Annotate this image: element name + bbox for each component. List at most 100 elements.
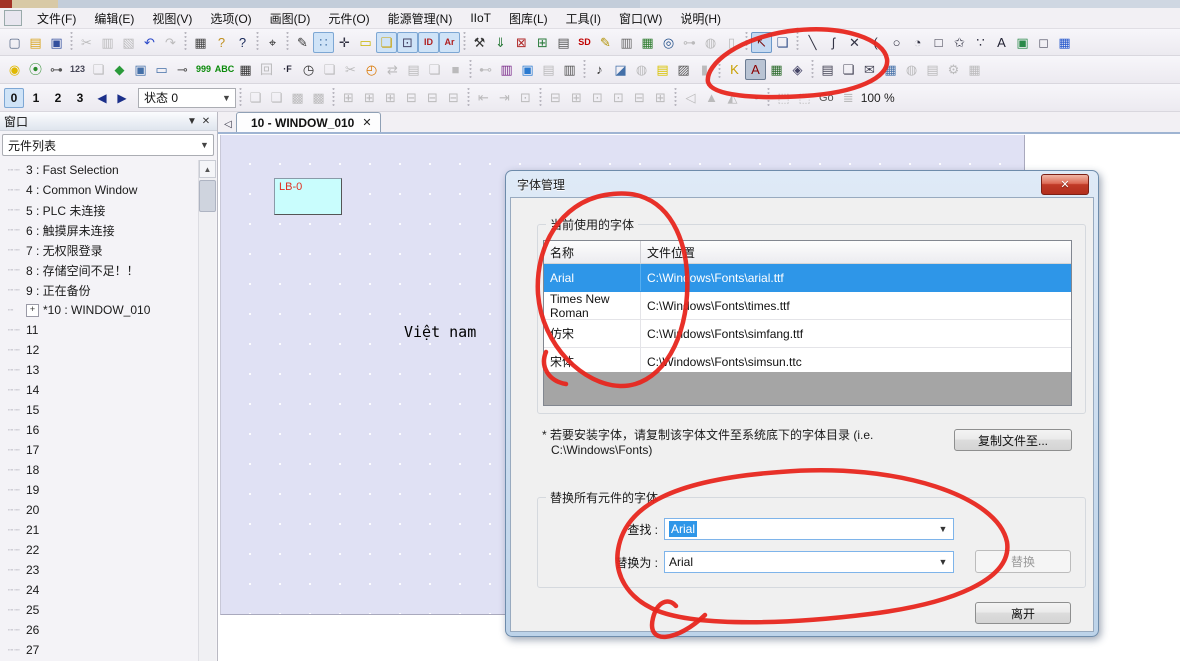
space-h-icon[interactable]: ⊟ — [629, 87, 650, 108]
find-font-combo[interactable]: Arial ▼ — [664, 518, 954, 540]
media-icon[interactable]: ▣ — [517, 59, 538, 80]
print-icon[interactable]: ▦ — [190, 32, 211, 53]
direct-window-icon[interactable]: 回 — [256, 59, 277, 80]
open-icon[interactable]: ▤ — [25, 32, 46, 53]
align-right-icon[interactable]: ⊞ — [380, 87, 401, 108]
toggle-switch-icon[interactable]: ▣ — [130, 59, 151, 80]
menu-item-1[interactable]: 编辑(E) — [85, 8, 143, 29]
align-left-icon[interactable]: ⊞ — [338, 87, 359, 108]
tree-item-15[interactable]: ┈┈15 — [8, 400, 199, 420]
state-button-3[interactable]: 3 — [70, 88, 90, 108]
tree-expand-icon[interactable]: + — [26, 304, 39, 317]
spray-icon[interactable]: ∵ — [970, 32, 991, 53]
menu-item-4[interactable]: 画图(D) — [261, 8, 320, 29]
arrange-backer-icon[interactable]: ▩ — [308, 87, 329, 108]
replace-font-combo[interactable]: Arial ▼ — [664, 551, 954, 573]
scrollbar-thumb[interactable] — [199, 180, 216, 212]
scheduler-icon[interactable]: ◴ — [361, 59, 382, 80]
pie-icon[interactable]: ◔ — [907, 32, 928, 53]
tree-item-11[interactable]: ┈┈11 — [8, 320, 199, 340]
arrange-front-icon[interactable]: ❏ — [245, 87, 266, 108]
pin-left-icon[interactable]: ⊡ — [587, 87, 608, 108]
tree-item-10[interactable]: ┈+*10 : WINDOW_010 — [8, 300, 199, 320]
scroll-up-icon[interactable]: ▲ — [199, 160, 216, 178]
combo-button-icon[interactable]: ▭ — [151, 59, 172, 80]
mail-icon[interactable]: ✉ — [859, 59, 880, 80]
item-list-icon[interactable]: ▤ — [538, 59, 559, 80]
menu-item-9[interactable]: 工具(I) — [557, 8, 610, 29]
picture-manage-icon[interactable]: ▦ — [766, 59, 787, 80]
copy-files-button[interactable]: 复制文件至... — [954, 429, 1072, 451]
flow-chart-icon[interactable]: ◪ — [610, 59, 631, 80]
drawer-icon[interactable]: ▥ — [559, 59, 580, 80]
align-middle-icon[interactable]: ⊟ — [422, 87, 443, 108]
tree-item-20[interactable]: ┈┈20 — [8, 500, 199, 520]
menu-item-3[interactable]: 选项(O) — [201, 8, 260, 29]
ungroup-icon[interactable]: ⬚ — [794, 87, 815, 108]
data-transfer-icon[interactable]: ⇄ — [382, 59, 403, 80]
copy-icon[interactable]: ▥ — [97, 32, 118, 53]
recipe-table-icon[interactable]: ▦ — [637, 32, 658, 53]
trim-icon[interactable]: ✂ — [340, 59, 361, 80]
function-key-icon[interactable]: ◆ — [109, 59, 130, 80]
csv-icon[interactable]: ▥ — [616, 32, 637, 53]
font-ar-icon[interactable]: Ar — [439, 32, 460, 53]
search-pc-icon[interactable]: ◎ — [658, 32, 679, 53]
replace-button[interactable]: 替换 — [975, 550, 1071, 573]
menu-item-2[interactable]: 视图(V) — [143, 8, 201, 29]
arrange-back-icon[interactable]: ❏ — [266, 87, 287, 108]
pen-style-icon[interactable]: ✎ — [292, 32, 313, 53]
menu-item-10[interactable]: 窗口(W) — [610, 8, 671, 29]
help-cursor-icon[interactable]: ? — [232, 32, 253, 53]
set-word-icon[interactable]: 123 — [67, 59, 88, 80]
column-location[interactable]: 文件位置 — [641, 241, 1071, 263]
arc-icon[interactable]: ( — [865, 32, 886, 53]
font-manage-icon[interactable]: A — [745, 59, 766, 80]
comment-icon[interactable]: ⊡ — [397, 32, 418, 53]
nudge-right-icon[interactable]: ⊞ — [566, 87, 587, 108]
tree-item-25[interactable]: ┈┈25 — [8, 600, 199, 620]
redo-icon[interactable]: ↷ — [160, 32, 181, 53]
polyline-icon[interactable]: ✕ — [844, 32, 865, 53]
state-button-2[interactable]: 2 — [48, 88, 68, 108]
save-icon[interactable]: ▣ — [46, 32, 67, 53]
bezier-icon[interactable]: ʃ — [823, 32, 844, 53]
menu-item-8[interactable]: 图库(L) — [500, 8, 557, 29]
phone-icon[interactable]: ◍ — [631, 59, 652, 80]
line-icon[interactable]: ╲ — [802, 32, 823, 53]
state-button-1[interactable]: 1 — [26, 88, 46, 108]
align-top-icon[interactable]: ⊟ — [401, 87, 422, 108]
tree-item-4[interactable]: ┈┈4 : Common Window — [8, 180, 199, 200]
tree-item-8[interactable]: ┈┈8 : 存储空间不足！！ — [8, 260, 199, 280]
state-button-0[interactable]: 0 — [4, 88, 24, 108]
menu-item-0[interactable]: 文件(F) — [28, 8, 85, 29]
snap-icon[interactable]: ✛ — [334, 32, 355, 53]
download-icon[interactable]: ⇓ — [490, 32, 511, 53]
menu-item-7[interactable]: IIoT — [461, 9, 500, 27]
tree-item-27[interactable]: ┈┈27 — [8, 640, 199, 660]
text-icon[interactable]: A — [991, 32, 1012, 53]
font-table-row[interactable]: ArialC:\Windows\Fonts\arial.ttf — [544, 264, 1071, 292]
note-cards-icon[interactable]: ▤ — [652, 59, 673, 80]
height-equal-icon[interactable]: ⇥ — [494, 87, 515, 108]
tree-item-16[interactable]: ┈┈16 — [8, 420, 199, 440]
tree-item-21[interactable]: ┈┈21 — [8, 520, 199, 540]
tree-item-5[interactable]: ┈┈5 : PLC 未连接 — [8, 200, 199, 220]
flip-rotate-icon[interactable]: ◭ — [722, 87, 743, 108]
fkey-icon[interactable]: ·F — [277, 59, 298, 80]
cellular-icon[interactable]: ▯ — [721, 32, 742, 53]
shape-manage-icon[interactable]: ◈ — [787, 59, 808, 80]
size-equal-icon[interactable]: ⊡ — [515, 87, 536, 108]
tree-item-18[interactable]: ┈┈18 — [8, 460, 199, 480]
system-tools-icon[interactable]: ⚒ — [469, 32, 490, 53]
new-icon[interactable]: ▢ — [4, 32, 25, 53]
group-icon[interactable]: ⬚ — [773, 87, 794, 108]
menu-item-11[interactable]: 说明(H) — [671, 8, 730, 29]
state-combo[interactable]: 状态 0 ▼ — [138, 88, 236, 108]
bar-icon[interactable]: ▮ — [694, 59, 715, 80]
layers-icon[interactable]: ❏ — [376, 32, 397, 53]
set-bit-icon[interactable]: ⊶ — [46, 59, 67, 80]
panel-view-combo[interactable]: 元件列表 ▼ — [2, 134, 214, 156]
tree-item-19[interactable]: ┈┈19 — [8, 480, 199, 500]
online-sim-icon[interactable]: ⊞ — [532, 32, 553, 53]
